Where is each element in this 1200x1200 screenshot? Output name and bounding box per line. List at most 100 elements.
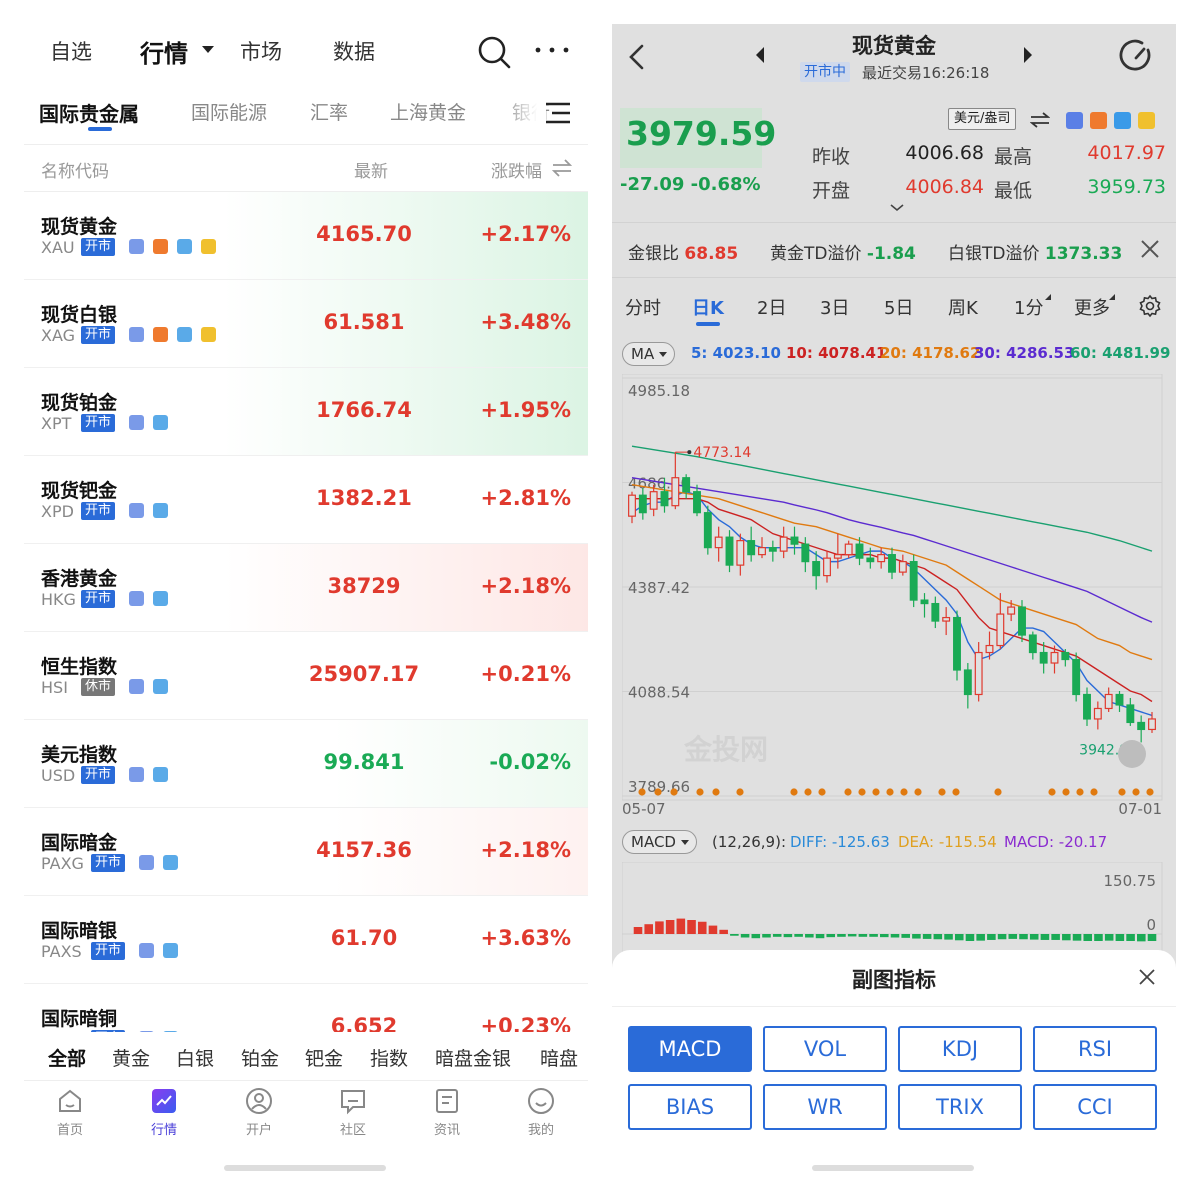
refresh-timer-icon[interactable] — [1118, 38, 1154, 74]
tab-community[interactable]: 社区 — [323, 1087, 383, 1138]
tab-5day[interactable]: 5日 — [884, 294, 913, 320]
filter-index[interactable]: 指数 — [370, 1044, 408, 1071]
tab-energy[interactable]: 国际能源 — [191, 98, 267, 125]
candle — [942, 616, 951, 622]
filter-dark-metals[interactable]: 暗盘金银 — [435, 1044, 511, 1071]
event-dot — [872, 788, 880, 796]
event-dot — [858, 788, 866, 796]
indicator-wr-button[interactable]: WR — [763, 1084, 887, 1130]
swap-icon[interactable] — [1030, 112, 1050, 128]
tab-intraday[interactable]: 分时 — [625, 294, 661, 320]
search-icon[interactable] — [476, 34, 512, 70]
percent-icon[interactable] — [1066, 112, 1083, 129]
instrument-name: 现货黄金 — [41, 216, 118, 238]
tab-market[interactable]: 行情 — [134, 1087, 194, 1138]
instrument-name: 国际暗铜 — [41, 1008, 118, 1030]
active-period-indicator — [696, 322, 720, 326]
candle — [671, 477, 680, 507]
indicator-macd-button[interactable]: MACD — [628, 1026, 752, 1072]
note-icon[interactable] — [1138, 112, 1155, 129]
candle — [768, 547, 777, 552]
detail-header: 现货黄金 开市中 最近交易16:26:18 — [612, 24, 1176, 100]
tab-daily-k[interactable]: 日K — [692, 294, 724, 320]
account-icon — [246, 1088, 272, 1114]
candlestick-chart[interactable]: 4985.184686.304387.424088.543789.66金投网47… — [622, 374, 1166, 818]
menu-icon[interactable] — [544, 100, 572, 126]
table-row[interactable]: 香港黄金 HKG 开市 38729 +2.18% — [24, 544, 588, 632]
table-row[interactable]: 国际暗金 PAXG 开市 4157.36 +2.18% — [24, 808, 588, 896]
swap-icon[interactable] — [552, 159, 572, 177]
instrument-name: 美元指数 — [41, 744, 118, 766]
filter-palladium[interactable]: 钯金 — [305, 1044, 343, 1071]
macd-bar — [858, 934, 868, 937]
table-row[interactable]: 现货铂金 XPT 开市 1766.74 +1.95% — [24, 368, 588, 456]
nav-watchlist[interactable]: 自选 — [50, 36, 92, 66]
indicator-rsi-button[interactable]: RSI — [1033, 1026, 1157, 1072]
ma-selector[interactable]: MA — [622, 342, 676, 366]
close-icon[interactable] — [1140, 239, 1160, 259]
candle — [974, 651, 983, 696]
tab-forex[interactable]: 汇率 — [310, 98, 348, 125]
nav-market[interactable]: 市场 — [240, 36, 282, 66]
table-row[interactable]: 现货钯金 XPD 开市 1382.21 +2.81% — [24, 456, 588, 544]
table-row[interactable]: 现货白银 XAG 开市 61.581 +3.48% — [24, 280, 588, 368]
status-badge: 开市 — [81, 502, 116, 520]
macd-bar — [987, 934, 996, 940]
unit-button[interactable]: 美元/盎司 — [948, 108, 1017, 130]
tab-3day[interactable]: 3日 — [820, 294, 849, 320]
bottom-tab-bar: 首页 行情 开户 社区 资讯 我的 — [24, 1080, 588, 1150]
ratio-value: -1.84 — [866, 244, 916, 264]
tab-precious-metals[interactable]: 国际贵金属 — [39, 98, 139, 127]
instrument-code: XPD — [41, 502, 74, 521]
table-row[interactable]: 现货黄金 XAU 开市 4165.70 +2.17% — [24, 192, 588, 280]
next-instrument-icon[interactable] — [1022, 46, 1034, 64]
chat-icon[interactable] — [1114, 112, 1131, 129]
tab-shanghai-gold[interactable]: 上海黄金 — [390, 98, 466, 125]
filter-all[interactable]: 全部 — [48, 1044, 86, 1071]
status-badge: 开市 — [81, 766, 116, 784]
macd-bar — [912, 934, 921, 939]
tab-home[interactable]: 首页 — [40, 1087, 100, 1138]
tab-weekly-k[interactable]: 周K — [948, 294, 978, 320]
indicator-kdj-button[interactable]: KDJ — [898, 1026, 1022, 1072]
nav-data[interactable]: 数据 — [333, 36, 375, 66]
status-badge: 开市 — [81, 590, 116, 608]
tab-news[interactable]: 资讯 — [417, 1087, 477, 1138]
nav-quotes[interactable]: 行情 — [140, 34, 188, 69]
header-latest[interactable]: 最新 — [354, 157, 388, 182]
expand-chevron-icon[interactable] — [890, 204, 904, 212]
header-change[interactable]: 涨跌幅 — [491, 157, 542, 182]
indicator-bias-button[interactable]: BIAS — [628, 1084, 752, 1130]
table-row[interactable]: 国际暗银 PAXS 开市 61.70 +3.63% — [24, 896, 588, 984]
candle — [1072, 658, 1081, 696]
macd-bar — [1019, 934, 1028, 940]
macd-bar — [954, 934, 964, 941]
indicator-trix-button[interactable]: TRIX — [898, 1084, 1022, 1130]
tab-2day[interactable]: 2日 — [757, 294, 786, 320]
chevron-down-icon[interactable] — [202, 46, 214, 53]
macd-selector[interactable]: MACD — [622, 830, 697, 854]
close-icon[interactable] — [1138, 968, 1156, 986]
candle — [909, 561, 918, 601]
ratio-label: 白银TD溢价 — [948, 244, 1040, 264]
indicator-cci-button[interactable]: CCI — [1033, 1084, 1157, 1130]
info-icon[interactable] — [1090, 112, 1107, 129]
latest-price: 61.70 — [330, 926, 398, 950]
candle — [953, 616, 961, 671]
tab-open-account[interactable]: 开户 — [229, 1087, 289, 1138]
table-row[interactable]: 恒生指数 HSI 休市 25907.17 +0.21% — [24, 632, 588, 720]
macd-chart[interactable]: 150.75 0 — [622, 862, 1166, 952]
tab-more[interactable]: 更多 — [1074, 294, 1110, 320]
macd-bar — [1126, 934, 1135, 941]
filter-gold[interactable]: 黄金 — [112, 1044, 150, 1071]
filter-silver[interactable]: 白银 — [176, 1044, 214, 1071]
gear-icon[interactable] — [1138, 294, 1162, 318]
filter-platinum[interactable]: 铂金 — [241, 1044, 279, 1071]
table-row[interactable]: 美元指数 USD 开市 99.841 -0.02% — [24, 720, 588, 808]
tab-1min[interactable]: 1分 — [1014, 294, 1043, 320]
filter-dark[interactable]: 暗盘 — [540, 1044, 578, 1071]
tab-profile[interactable]: 我的 — [511, 1087, 571, 1138]
chat-icon — [153, 591, 168, 606]
more-icon[interactable] — [532, 40, 572, 60]
indicator-vol-button[interactable]: VOL — [763, 1026, 887, 1072]
